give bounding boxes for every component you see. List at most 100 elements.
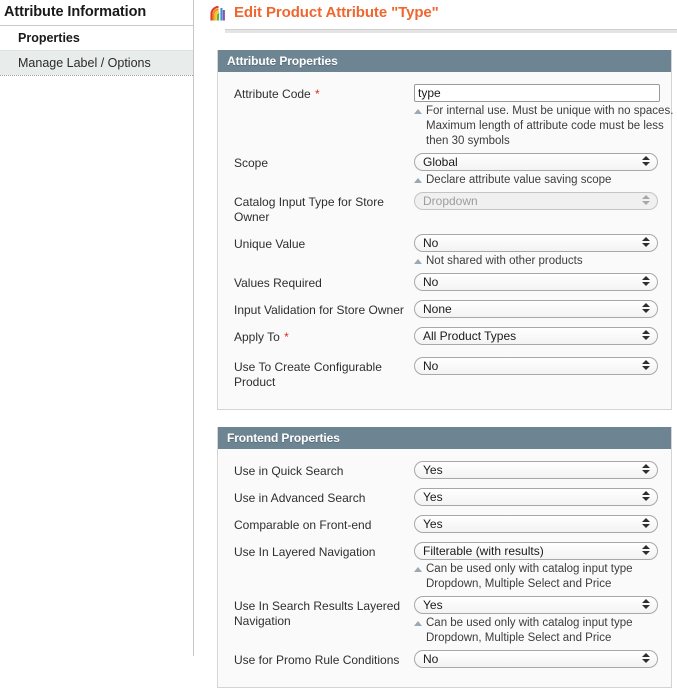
select-value: Yes (423, 463, 443, 477)
sidebar-item-label: Properties (18, 31, 80, 45)
field-values-required: No (414, 273, 671, 291)
label-catalog-input-type: Catalog Input Type for Store Owner (234, 192, 414, 225)
select-use-in-search-results-layered-navigation[interactable]: Yes (414, 596, 658, 614)
form-row-comparable-on-front-end: Comparable on Front-end Yes (218, 515, 671, 533)
fieldset-title-attribute-properties: Attribute Properties (218, 50, 671, 72)
select-value: Global (423, 155, 458, 169)
select-stepper-arrows-icon (642, 237, 650, 250)
fieldset-title-frontend-properties: Frontend Properties (218, 427, 671, 449)
field-catalog-input-type: Dropdown (414, 192, 671, 210)
select-stepper-arrows-icon (642, 491, 650, 504)
select-values-required[interactable]: No (414, 273, 658, 291)
select-value: Yes (423, 598, 443, 612)
select-unique-value[interactable]: No (414, 234, 658, 252)
label-text: Use In Search Results Layered Navigation (234, 599, 401, 628)
field-unique-value: No Not shared with other products (414, 234, 671, 269)
select-stepper-arrows-icon (642, 518, 650, 531)
select-use-in-advanced-search[interactable]: Yes (414, 488, 658, 506)
page-header: Edit Product Attribute "Type" (195, 0, 677, 33)
note-triangle-icon (414, 567, 422, 572)
select-stepper-arrows-icon (642, 303, 650, 316)
page-title-text: Edit Product Attribute "Type" (234, 4, 439, 21)
note-text: Can be used only with catalog input type… (426, 563, 633, 590)
label-text: Input Validation for Store Owner (234, 303, 404, 317)
form-row-apply-to: Apply To * All Product Types (218, 327, 671, 345)
select-use-in-quick-search[interactable]: Yes (414, 461, 658, 479)
select-stepper-arrows-icon (642, 360, 650, 373)
sidebar-item-label: Manage Label / Options (18, 56, 151, 70)
label-unique-value: Unique Value (234, 234, 414, 252)
label-text: Use To Create Configurable Product (234, 360, 382, 389)
note-text: Declare attribute value saving scope (426, 174, 612, 186)
sidebar-item-manage-label-options[interactable]: Manage Label / Options (0, 50, 193, 75)
label-use-for-promo-rule-conditions: Use for Promo Rule Conditions (234, 650, 414, 668)
rainbow-attribute-icon (210, 5, 227, 21)
label-values-required: Values Required (234, 273, 414, 291)
content-panel: Edit Product Attribute "Type" Attribute … (195, 0, 677, 688)
label-text: Use for Promo Rule Conditions (234, 653, 400, 667)
field-attribute-code: For internal use. Must be unique with no… (414, 84, 673, 149)
form-row-catalog-input-type: Catalog Input Type for Store Owner Dropdo… (218, 192, 671, 225)
label-input-validation: Input Validation for Store Owner (234, 300, 414, 318)
input-attribute-code[interactable] (414, 84, 660, 102)
select-stepper-arrows-icon (642, 653, 650, 666)
label-text: Use In Layered Navigation (234, 545, 376, 559)
label-text: Attribute Code (234, 87, 311, 101)
field-comparable-on-front-end: Yes (414, 515, 671, 533)
label-text: Apply To (234, 330, 280, 344)
field-use-in-advanced-search: Yes (414, 488, 671, 506)
form-sections: Attribute Properties Attribute Code * For … (195, 50, 677, 688)
select-scope[interactable]: Global (414, 153, 658, 171)
form-row-use-in-quick-search: Use in Quick Search Yes (218, 461, 671, 479)
form-row-attribute-code: Attribute Code * For internal use. Must b… (218, 84, 673, 149)
fieldset-body-frontend-properties: Use in Quick Search Yes Use in Advanced Se… (218, 449, 671, 687)
label-use-in-layered-navigation: Use In Layered Navigation (234, 542, 414, 560)
form-row-scope: Scope Global Declare attribute value savin… (218, 153, 671, 188)
page-title: Edit Product Attribute "Type" (210, 4, 677, 21)
form-row-use-in-search-results-layered-navigation: Use In Search Results Layered Navigation… (218, 596, 671, 646)
sidebar-item-properties[interactable]: Properties (0, 26, 193, 50)
select-value: Filterable (with results) (423, 544, 544, 558)
select-stepper-arrows-icon (642, 156, 650, 169)
attribute-information-sidebar: Attribute Information Properties Manage … (0, 0, 194, 656)
select-use-for-promo-rule-conditions[interactable]: No (414, 650, 658, 668)
page-root: Attribute Information Properties Manage … (0, 0, 677, 688)
label-scope: Scope (234, 153, 414, 171)
label-text: Scope (234, 156, 269, 170)
sidebar-title: Attribute Information (0, 0, 193, 26)
form-row-use-in-layered-navigation: Use In Layered Navigation Filterable (wit… (218, 542, 671, 592)
sidebar-nav-list: Properties Manage Label / Options (0, 26, 193, 76)
select-stepper-arrows-icon (642, 464, 650, 477)
label-text: Unique Value (234, 237, 306, 251)
select-use-in-layered-navigation[interactable]: Filterable (with results) (414, 542, 658, 560)
select-stepper-arrows-icon (642, 330, 650, 343)
note-triangle-icon (414, 178, 422, 183)
field-use-in-quick-search: Yes (414, 461, 671, 479)
select-value: Dropdown (423, 194, 478, 208)
form-row-unique-value: Unique Value No Not shared with other prod… (218, 234, 671, 269)
form-row-use-to-create-configurable-product: Use To Create Configurable Product No (218, 357, 671, 390)
form-row-values-required: Values Required No (218, 273, 671, 291)
fieldset-attribute-properties: Attribute Properties Attribute Code * For … (217, 50, 673, 410)
select-stepper-arrows-icon (642, 545, 650, 558)
select-comparable-on-front-end[interactable]: Yes (414, 515, 658, 533)
field-scope: Global Declare attribute value saving sco… (414, 153, 671, 188)
select-use-to-create-configurable-product[interactable]: No (414, 357, 658, 375)
select-apply-to[interactable]: All Product Types (414, 327, 658, 345)
select-input-validation[interactable]: None (414, 300, 658, 318)
label-text: Comparable on Front-end (234, 518, 372, 532)
select-stepper-arrows-icon (642, 195, 650, 208)
note-triangle-icon (414, 109, 422, 114)
select-value: No (423, 275, 439, 289)
note-text: Can be used only with catalog input type… (426, 617, 633, 644)
label-text: Catalog Input Type for Store Owner (234, 195, 384, 224)
note-unique-value: Not shared with other products (414, 254, 677, 269)
field-input-validation: None (414, 300, 671, 318)
field-use-in-layered-navigation: Filterable (with results) Can be used onl… (414, 542, 671, 592)
field-use-for-promo-rule-conditions: No (414, 650, 671, 668)
field-use-to-create-configurable-product: No (414, 357, 671, 375)
label-use-in-search-results-layered-navigation: Use In Search Results Layered Navigation (234, 596, 414, 629)
label-text: Values Required (234, 276, 322, 290)
select-stepper-arrows-icon (642, 599, 650, 612)
field-apply-to: All Product Types (414, 327, 671, 345)
